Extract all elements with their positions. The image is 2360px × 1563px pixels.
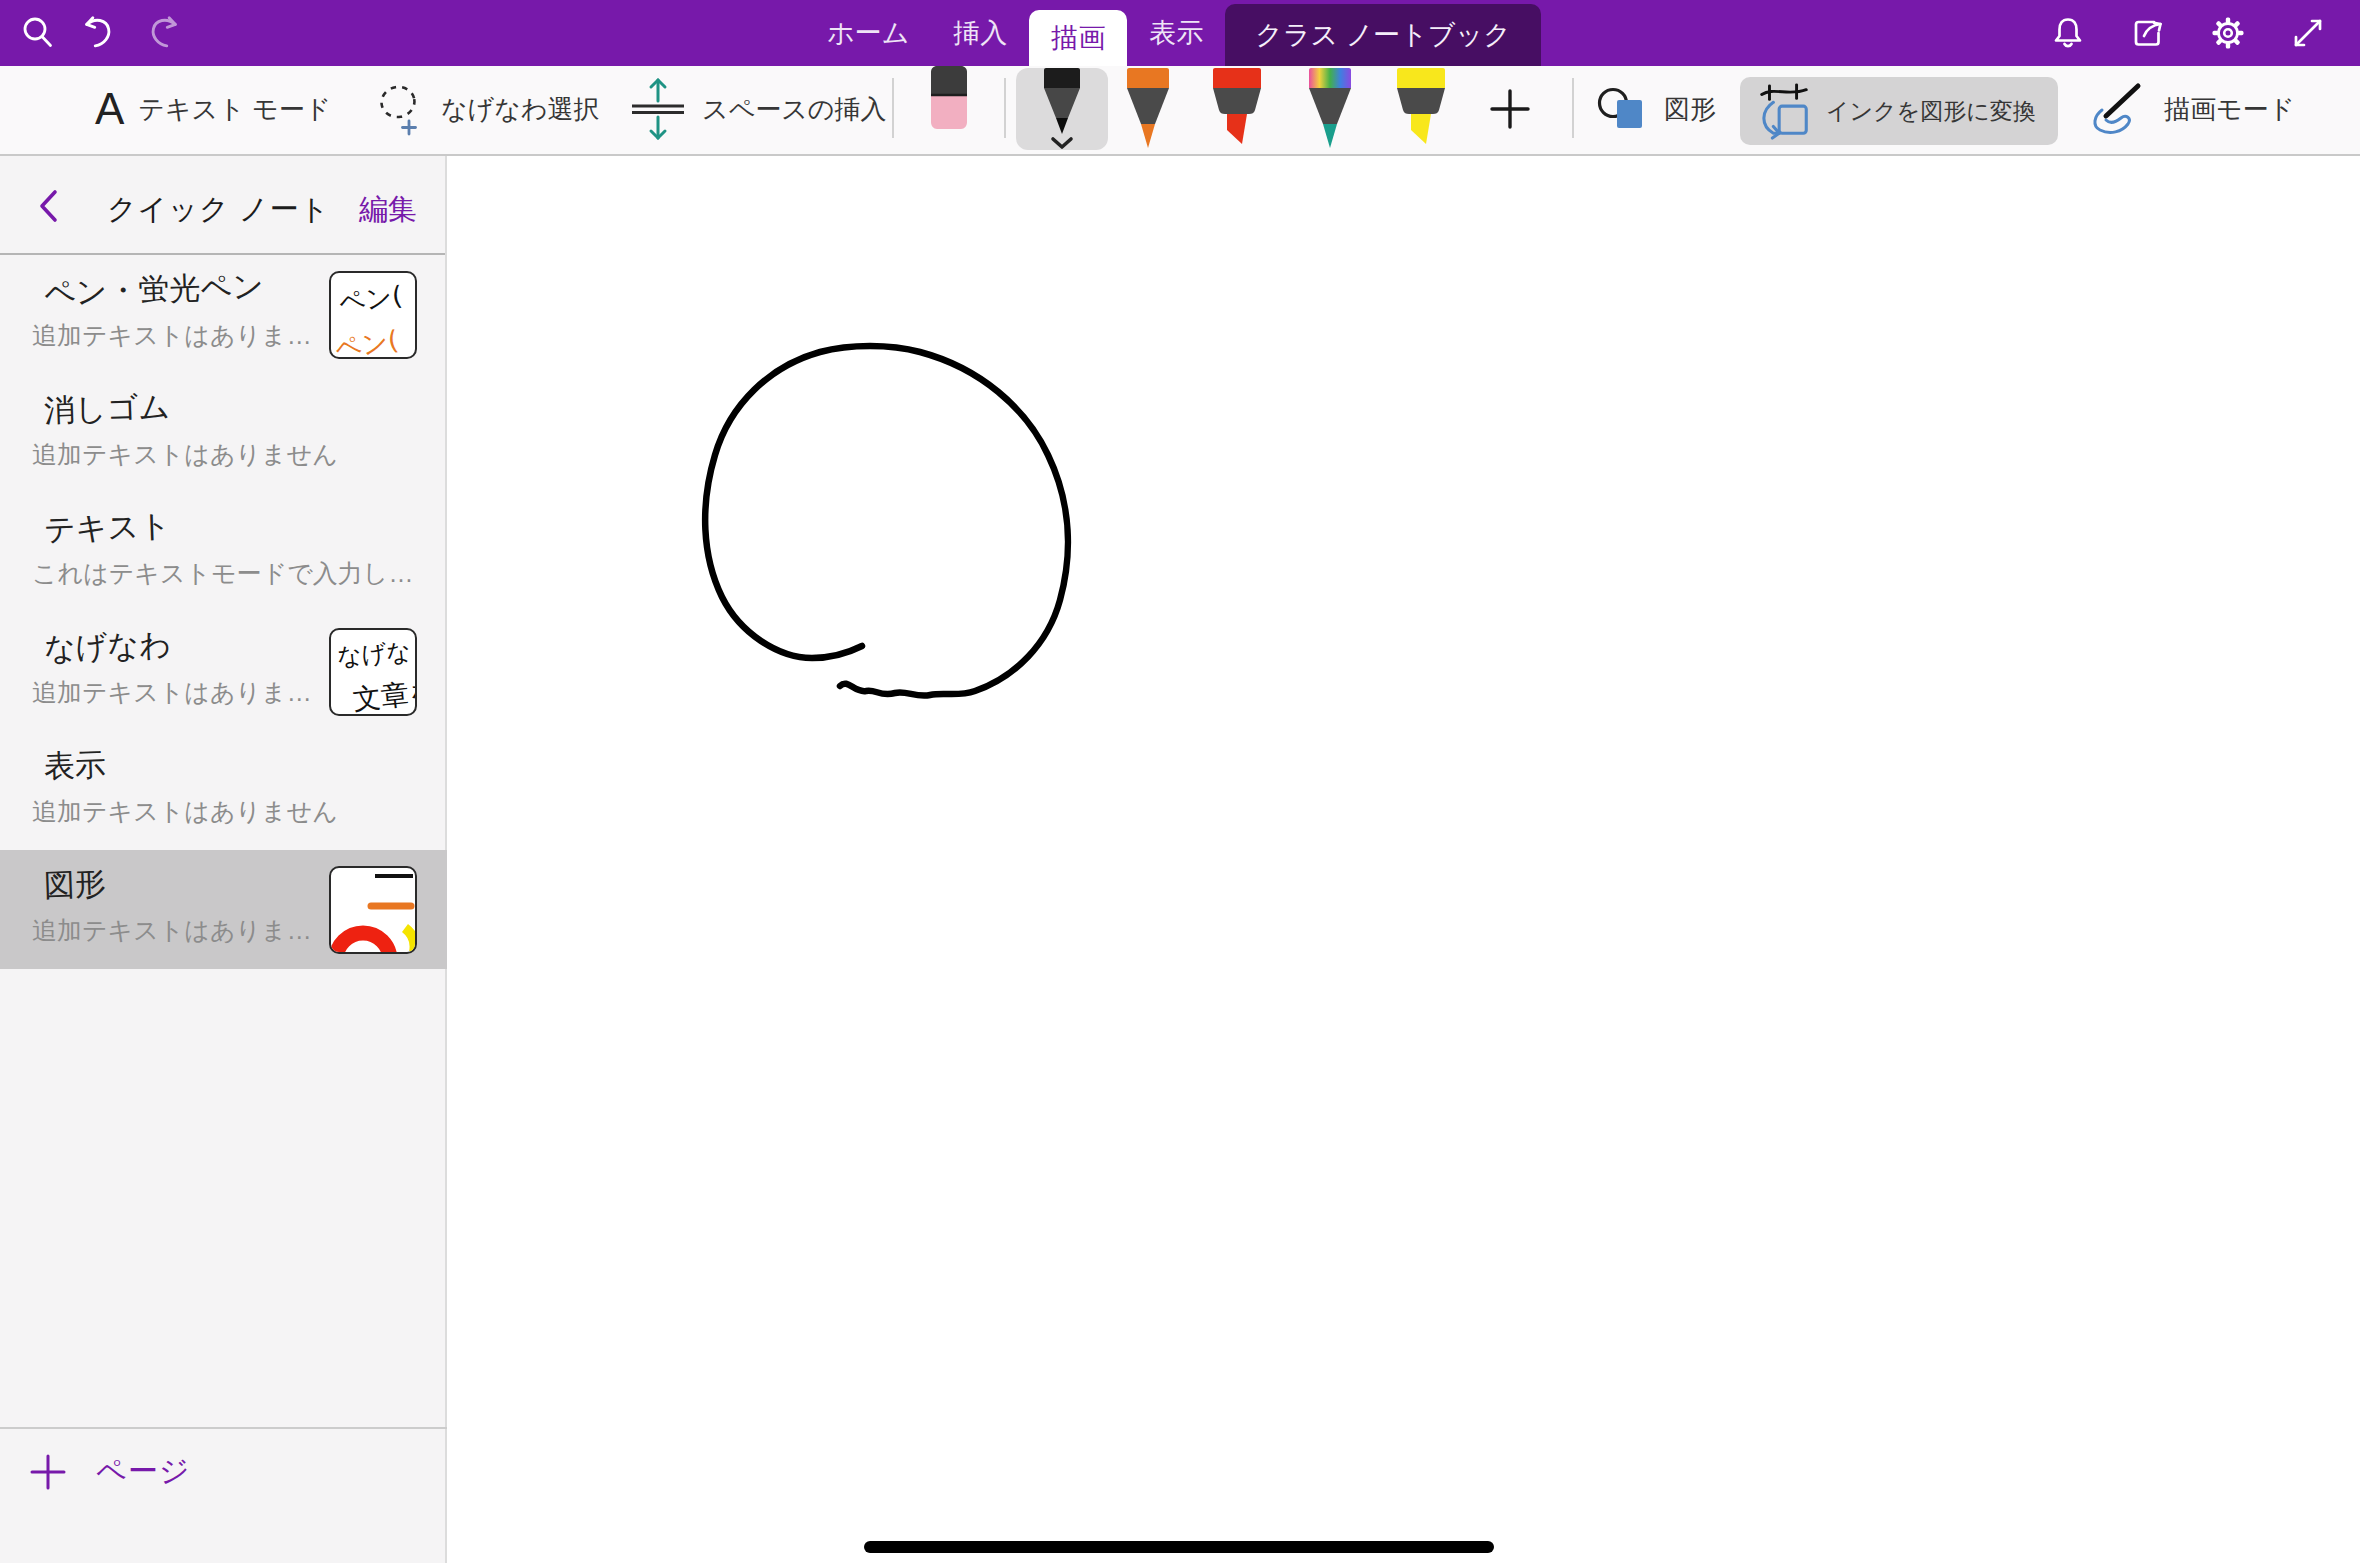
tab-draw[interactable]: 描画 bbox=[1029, 10, 1127, 66]
share-button[interactable] bbox=[2128, 13, 2168, 53]
tab-view[interactable]: 表示 bbox=[1127, 0, 1225, 66]
page-title: 図形 bbox=[43, 863, 106, 907]
page-thumbnail bbox=[329, 866, 417, 954]
rainbow-pen-icon bbox=[1304, 68, 1356, 152]
search-icon bbox=[19, 14, 57, 52]
page-title: 表示 bbox=[43, 744, 106, 788]
page-title: 消しゴム bbox=[43, 386, 171, 432]
black-pen-icon bbox=[1016, 68, 1108, 150]
divider bbox=[1004, 78, 1006, 138]
ribbon-tabs: ホーム 挿入 描画 表示 クラス ノートブック bbox=[805, 0, 1541, 66]
yellow-highlighter-tool[interactable] bbox=[1392, 68, 1450, 152]
insert-space-button[interactable]: スペースの挿入 bbox=[628, 66, 886, 152]
eraser-tool[interactable] bbox=[928, 66, 970, 130]
page-subtitle: これはテキストモードで入力し… bbox=[32, 557, 413, 590]
insert-space-label: スペースの挿入 bbox=[702, 92, 886, 127]
redo-icon bbox=[142, 12, 182, 54]
top-app-bar: ホーム 挿入 描画 表示 クラス ノートブック bbox=[0, 0, 2360, 66]
shapes-button[interactable]: 図形 bbox=[1596, 66, 1716, 152]
fullscreen-button[interactable] bbox=[2288, 13, 2328, 53]
orange-pen-tool[interactable] bbox=[1122, 68, 1174, 152]
draw-mode-icon bbox=[2088, 80, 2150, 138]
page-item-pen-highlighter[interactable]: ペン・蛍光ペン 追加テキストはありま… ペン( ペン( bbox=[0, 255, 447, 374]
section-title: クイック ノート bbox=[107, 190, 330, 230]
home-indicator bbox=[864, 1541, 1494, 1553]
plus-icon bbox=[1488, 87, 1532, 131]
sidebar-header: クイック ノート 編集 bbox=[0, 156, 445, 255]
divider bbox=[1572, 78, 1574, 138]
search-button[interactable] bbox=[18, 13, 58, 53]
page-thumbnail: ペン( ペン( bbox=[329, 271, 417, 359]
ink-to-shape-icon bbox=[1754, 81, 1814, 141]
page-item-lasso[interactable]: なげなわ 追加テキストはありま… なげな 文章を bbox=[0, 612, 447, 731]
page-item-text[interactable]: テキスト これはテキストモードで入力し… bbox=[0, 493, 447, 612]
black-pen-selected[interactable] bbox=[1016, 68, 1108, 150]
add-page-label: ページ bbox=[96, 1451, 190, 1492]
eraser-icon bbox=[928, 66, 970, 130]
undo-button[interactable] bbox=[80, 13, 120, 53]
lasso-select-button[interactable]: なげなわ選択 bbox=[375, 66, 599, 152]
lasso-label: なげなわ選択 bbox=[441, 92, 599, 127]
draw-mode-label: 描画モード bbox=[2164, 92, 2295, 127]
page-subtitle: 追加テキストはありません bbox=[32, 438, 338, 471]
text-mode-button[interactable]: A テキスト モード bbox=[95, 66, 331, 152]
share-icon bbox=[2129, 14, 2167, 52]
page-subtitle: 追加テキストはありま… bbox=[32, 319, 312, 352]
ink-to-shape-label: インクを図形に変換 bbox=[1826, 96, 2036, 127]
divider bbox=[892, 78, 894, 138]
expand-icon bbox=[2289, 14, 2327, 52]
tab-class-notebook[interactable]: クラス ノートブック bbox=[1225, 4, 1541, 66]
gear-icon bbox=[2208, 13, 2248, 53]
shapes-thumbnail-drawing bbox=[331, 868, 415, 952]
divider bbox=[0, 1427, 447, 1429]
back-button[interactable] bbox=[36, 189, 60, 223]
add-page-button[interactable]: ページ bbox=[30, 1451, 190, 1492]
settings-button[interactable] bbox=[2208, 13, 2248, 53]
page-title: なげなわ bbox=[43, 624, 171, 670]
lasso-icon bbox=[375, 81, 427, 137]
tab-home[interactable]: ホーム bbox=[805, 0, 931, 66]
page-list-sidebar: クイック ノート 編集 ペン・蛍光ペン 追加テキストはありま… ペン( ペン( … bbox=[0, 156, 447, 1563]
insert-space-icon bbox=[628, 77, 688, 141]
ink-to-shape-button[interactable]: インクを図形に変換 bbox=[1740, 77, 2058, 145]
note-canvas[interactable] bbox=[449, 156, 2360, 1563]
draw-ribbon: A テキスト モード なげなわ選択 スペースの挿入 bbox=[0, 66, 2360, 156]
edit-button[interactable]: 編集 bbox=[359, 190, 417, 230]
bell-icon bbox=[2049, 14, 2087, 52]
page-subtitle: 追加テキストはありません bbox=[32, 795, 338, 828]
page-subtitle: 追加テキストはありま… bbox=[32, 914, 312, 947]
plus-icon bbox=[30, 1454, 66, 1490]
redo-button[interactable] bbox=[142, 13, 182, 53]
page-title: テキスト bbox=[43, 505, 171, 551]
chevron-left-icon bbox=[36, 189, 60, 223]
orange-pen-icon bbox=[1122, 68, 1174, 152]
shapes-icon bbox=[1596, 82, 1650, 136]
draw-mode-button[interactable]: 描画モード bbox=[2088, 66, 2295, 152]
page-item-view[interactable]: 表示 追加テキストはありません bbox=[0, 731, 447, 850]
red-highlighter-icon bbox=[1208, 68, 1266, 152]
add-pen-button[interactable] bbox=[1488, 66, 1532, 152]
notifications-button[interactable] bbox=[2048, 13, 2088, 53]
page-title: ペン・蛍光ペン bbox=[43, 265, 264, 315]
page-subtitle: 追加テキストはありま… bbox=[32, 676, 312, 709]
text-mode-label: テキスト モード bbox=[138, 92, 331, 127]
undo-icon bbox=[80, 12, 120, 54]
page-item-shapes[interactable]: 図形 追加テキストはありま… bbox=[0, 850, 447, 969]
page-thumbnail: なげな 文章を bbox=[329, 628, 417, 716]
text-mode-icon: A bbox=[95, 84, 124, 134]
rainbow-pen-tool[interactable] bbox=[1304, 68, 1356, 152]
red-highlighter-tool[interactable] bbox=[1208, 68, 1266, 152]
yellow-highlighter-icon bbox=[1392, 68, 1450, 152]
shapes-label: 図形 bbox=[1664, 92, 1716, 127]
tab-insert[interactable]: 挿入 bbox=[931, 0, 1029, 66]
page-item-eraser[interactable]: 消しゴム 追加テキストはありません bbox=[0, 374, 447, 493]
